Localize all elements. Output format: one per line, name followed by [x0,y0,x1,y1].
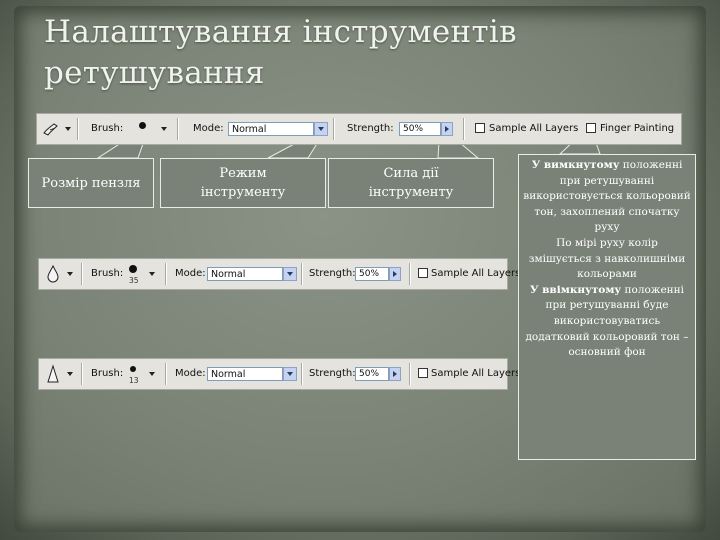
slide: Налаштування інструментів ретушування Br… [0,0,720,540]
mode-dropdown-button[interactable] [283,267,297,281]
strength-input[interactable]: 50% [355,267,389,281]
callout-mode-line1: Режим [219,166,267,181]
strength-label: Strength: [309,268,356,279]
brush-label: Brush: [91,268,124,279]
sample-all-layers-checkbox[interactable] [475,123,485,133]
brush-preview[interactable] [139,122,146,129]
separator [333,118,335,140]
callout-brush-size: Розмір пензля [28,158,154,208]
separator [301,263,303,285]
mode-select[interactable]: Normal [207,367,283,381]
sample-all-layers-label: Sample All Layers [489,123,579,134]
separator [301,363,303,385]
brush-size-value: 13 [129,376,139,385]
brush-label: Brush: [91,368,124,379]
toolbar-sharpen: Brush: 13 Mode: Normal Strength: 50% Sam… [38,358,520,390]
finger-painting-label: Finger Painting [600,123,675,134]
mode-select[interactable]: Normal [228,122,314,136]
separator [81,363,83,385]
callout-strength-line2: інструменту [368,185,454,200]
sample-all-layers-checkbox[interactable] [418,368,428,378]
sample-all-layers-label: Sample All Layers [431,268,521,279]
callout-strength-line1: Сила дії [383,166,439,181]
separator [463,118,465,140]
note-on-heading: У ввімкнутому [529,283,622,296]
mode-label: Mode: [175,368,206,379]
strength-label: Strength: [347,123,394,134]
finger-painting-checkbox[interactable] [586,123,596,133]
callout-strength: Сила дії інструменту [328,158,494,208]
tool-preset-arrow[interactable] [67,372,73,376]
callout-mode: Режим інструменту [160,158,326,208]
strength-input[interactable]: 50% [399,122,441,136]
mode-label: Mode: [175,268,206,279]
sample-all-layers-checkbox[interactable] [418,268,428,278]
separator [165,363,167,385]
strength-slider-button[interactable] [389,367,401,381]
brush-preview[interactable] [130,366,136,372]
callout-mode-line2: інструменту [200,185,286,200]
sample-all-layers-label: Sample All Layers [431,368,521,379]
strength-slider-button[interactable] [389,267,401,281]
separator [177,118,179,140]
tool-preset-arrow[interactable] [67,272,73,276]
note-mixing-text: По мірі руху колір змішується з навколиш… [528,236,686,281]
smudge-finger-icon[interactable] [41,119,61,139]
strength-label: Strength: [309,368,356,379]
separator [81,263,83,285]
separator [409,263,411,285]
callout-brush-size-text: Розмір пензля [41,176,141,191]
mode-select[interactable]: Normal [207,267,283,281]
toolbar-blur: Brush: 35 Mode: Normal Strength: 50% Sam… [38,258,520,290]
separator [409,363,411,385]
brush-picker-arrow[interactable] [149,272,155,276]
brush-picker-arrow[interactable] [161,127,167,131]
separator [165,263,167,285]
blur-drop-icon[interactable] [43,264,63,284]
note-off-heading: У вимкнутому [531,159,620,171]
toolbar-smudge: Brush: Mode: Normal Strength: 50% Sample… [36,113,682,145]
brush-label: Brush: [91,123,124,134]
mode-dropdown-button[interactable] [314,122,328,136]
strength-input[interactable]: 50% [355,367,389,381]
brush-picker-arrow[interactable] [149,372,155,376]
tool-preset-arrow[interactable] [65,127,71,131]
mode-dropdown-button[interactable] [283,367,297,381]
separator [77,118,79,140]
brush-preview[interactable] [129,265,137,273]
finger-painting-note: У вимкнутому положенні при ретушуванні в… [518,154,696,460]
mode-label: Mode: [193,123,224,134]
sharpen-triangle-icon[interactable] [43,364,63,384]
strength-slider-button[interactable] [441,122,453,136]
brush-size-value: 35 [129,276,139,285]
